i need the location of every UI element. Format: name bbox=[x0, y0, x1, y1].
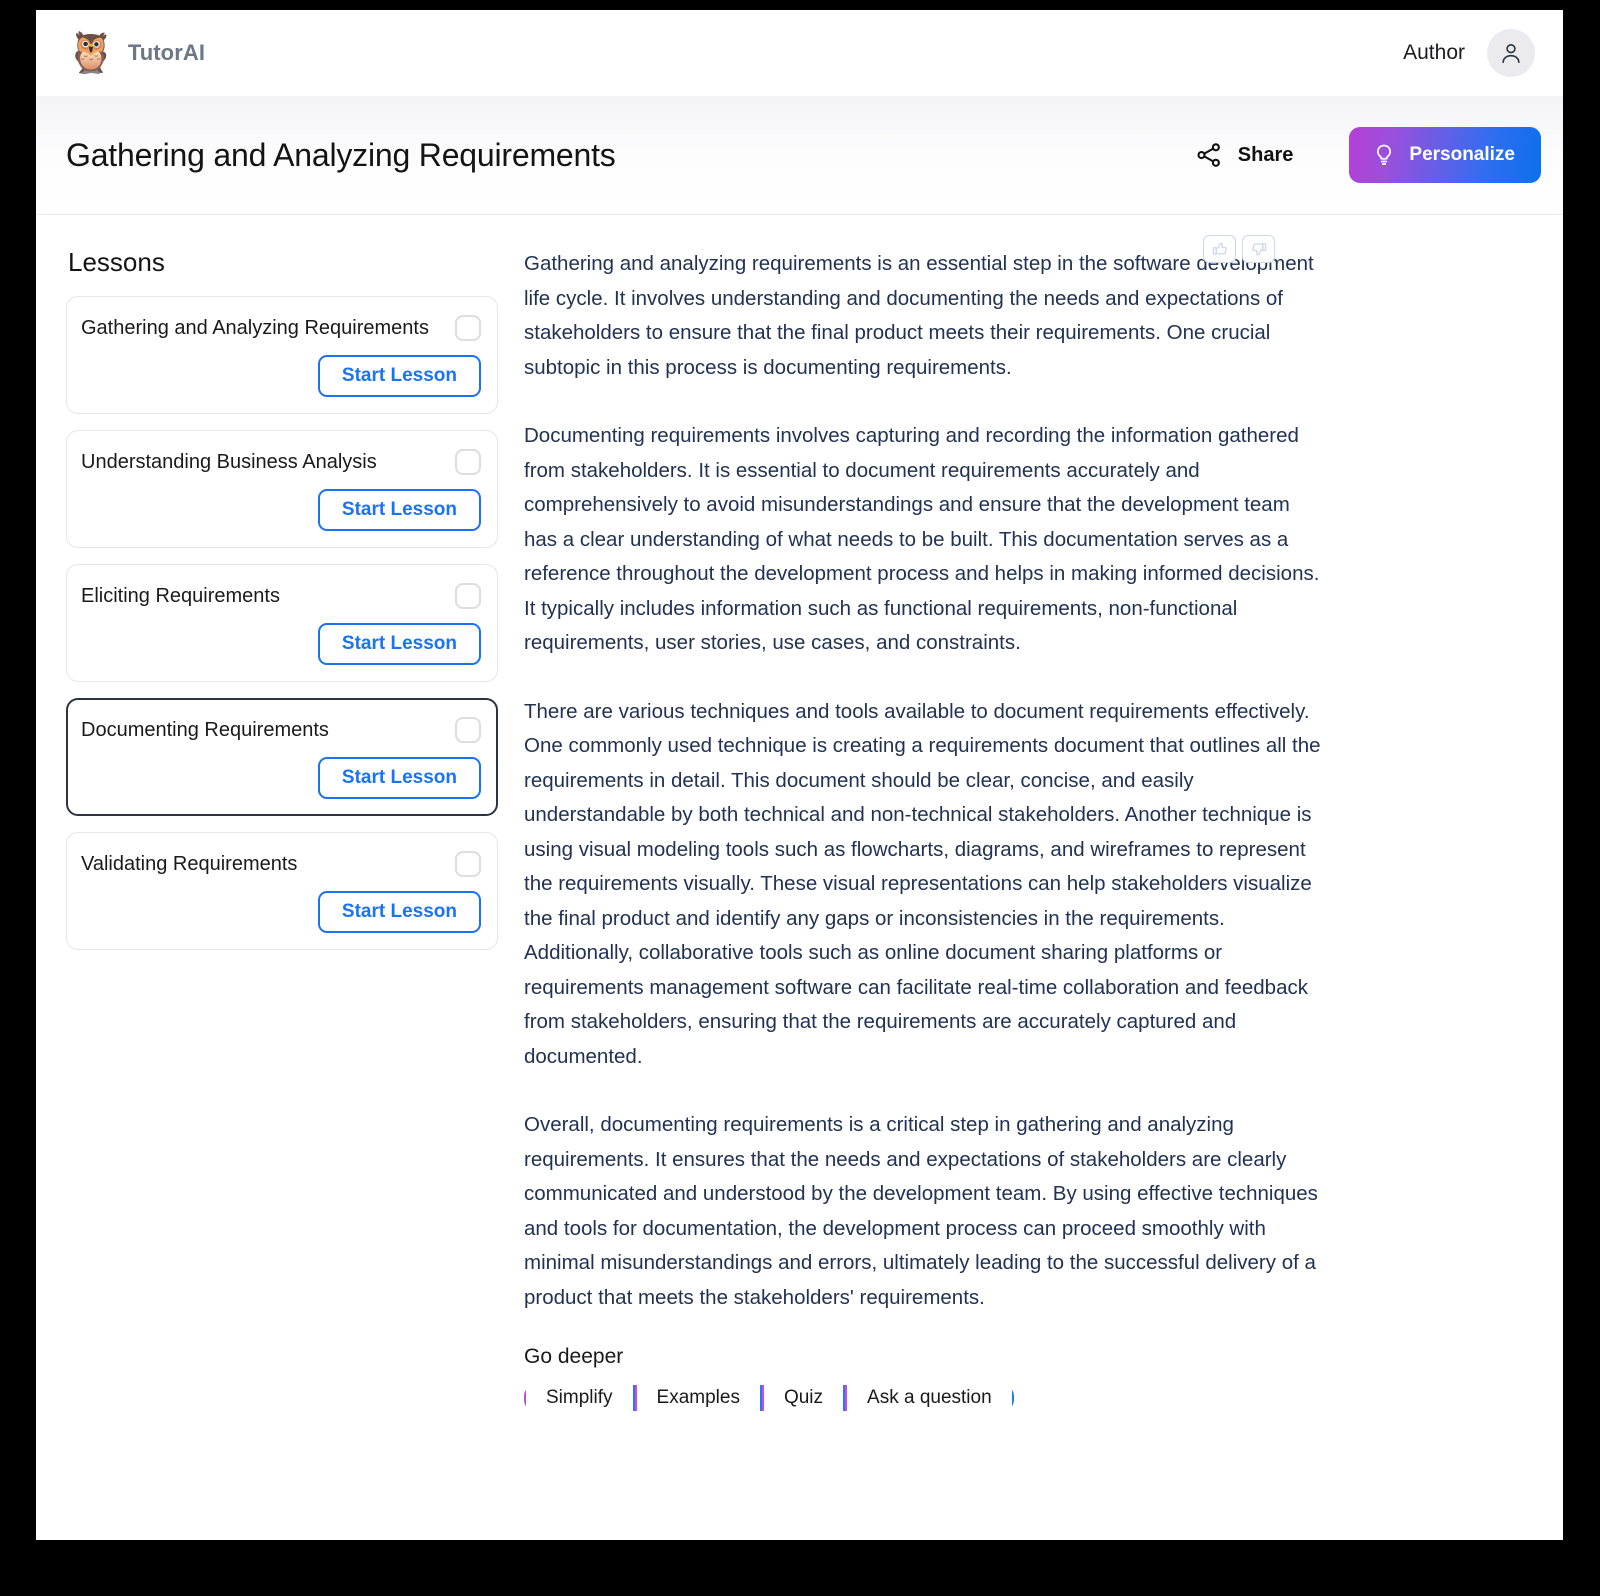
lightbulb-icon bbox=[1377, 144, 1392, 165]
simplify-button[interactable]: Simplify bbox=[524, 1375, 635, 1420]
lesson-title: Documenting Requirements bbox=[81, 718, 329, 741]
feedback-bar bbox=[1203, 235, 1275, 263]
page-titlebar: Gathering and Analyzing Requirements Sha… bbox=[36, 96, 1563, 215]
lessons-heading: Lessons bbox=[68, 247, 165, 277]
ask-a-question-button[interactable]: Ask a question bbox=[845, 1375, 1014, 1420]
lesson-article: Gathering and analyzing requirements is … bbox=[524, 247, 1324, 1420]
share-label: Share bbox=[1237, 143, 1294, 166]
app-window: 🦉 TutorAI Author Gathering and Analyzing… bbox=[36, 10, 1563, 1540]
lesson-title: Understanding Business Analysis bbox=[81, 450, 377, 473]
ask-a-question-label: Ask a question bbox=[847, 1375, 1012, 1420]
start-lesson-button[interactable]: Start Lesson bbox=[317, 757, 481, 799]
brand-logo[interactable]: 🦉 TutorAI bbox=[66, 33, 205, 73]
thumbs-up-button[interactable] bbox=[1203, 235, 1236, 263]
personalize-button[interactable]: Personalize bbox=[1349, 127, 1541, 183]
lesson-complete-checkbox[interactable] bbox=[455, 851, 481, 877]
lessons-sidebar: Lessons Gathering and Analyzing Requirem… bbox=[66, 247, 498, 1411]
article-paragraph-2: There are various techniques and tools a… bbox=[524, 699, 1321, 1068]
lesson-row: Eliciting Requirements bbox=[81, 583, 481, 609]
article-paragraph-1: Documenting requirements involves captur… bbox=[524, 424, 1320, 654]
go-deeper-button-group: Simplify Examples Quiz Ask a question bbox=[524, 1375, 1324, 1420]
lesson-row: Documenting Requirements bbox=[81, 717, 481, 743]
lesson-row: Understanding Business Analysis bbox=[81, 449, 481, 475]
lesson-card-1[interactable]: Understanding Business Analysis Start Le… bbox=[66, 430, 498, 548]
thumbs-up-icon bbox=[1212, 242, 1227, 255]
lesson-title: Validating Requirements bbox=[81, 852, 298, 875]
brand-name: TutorAI bbox=[127, 40, 206, 65]
start-lesson-button[interactable]: Start Lesson bbox=[317, 623, 481, 665]
lesson-card-2[interactable]: Eliciting Requirements Start Lesson bbox=[66, 564, 498, 682]
author-label[interactable]: Author bbox=[1403, 41, 1465, 65]
article-paragraph-3: Overall, documenting requirements is a c… bbox=[524, 1113, 1318, 1309]
lesson-card-3-selected[interactable]: Documenting Requirements Start Lesson bbox=[66, 698, 498, 816]
lesson-complete-checkbox[interactable] bbox=[455, 717, 481, 743]
page-title: Gathering and Analyzing Requirements bbox=[66, 136, 616, 173]
article-paragraph-0: Gathering and analyzing requirements is … bbox=[524, 252, 1314, 379]
go-deeper-heading: Go deeper bbox=[524, 1345, 624, 1368]
thumbs-down-icon bbox=[1251, 243, 1266, 256]
titlebar-actions: Share Personalize bbox=[1194, 127, 1541, 183]
lesson-action-row: Start Lesson bbox=[81, 489, 481, 531]
quiz-button[interactable]: Quiz bbox=[761, 1375, 846, 1420]
lesson-row: Gathering and Analyzing Requirements bbox=[81, 315, 481, 341]
avatar[interactable] bbox=[1487, 29, 1535, 77]
person-icon bbox=[1502, 43, 1520, 64]
lesson-title: Eliciting Requirements bbox=[81, 584, 280, 607]
share-icon bbox=[1197, 143, 1220, 167]
start-lesson-button[interactable]: Start Lesson bbox=[317, 891, 481, 933]
lesson-action-row: Start Lesson bbox=[81, 891, 481, 933]
page-content: Lessons Gathering and Analyzing Requirem… bbox=[36, 215, 1563, 1420]
lesson-complete-checkbox[interactable] bbox=[455, 315, 481, 341]
simplify-label: Simplify bbox=[526, 1375, 633, 1420]
start-lesson-button[interactable]: Start Lesson bbox=[317, 355, 481, 397]
lesson-content-panel: Gathering and analyzing requirements is … bbox=[498, 235, 1533, 1420]
lesson-complete-checkbox[interactable] bbox=[455, 449, 481, 475]
header-right: Author bbox=[1403, 29, 1535, 77]
lesson-action-row: Start Lesson bbox=[81, 623, 481, 665]
examples-button[interactable]: Examples bbox=[634, 1375, 762, 1420]
lesson-action-row: Start Lesson bbox=[81, 355, 481, 397]
thumbs-down-button[interactable] bbox=[1242, 235, 1275, 263]
share-button[interactable]: Share bbox=[1194, 140, 1294, 170]
lesson-action-row: Start Lesson bbox=[81, 757, 481, 799]
lesson-complete-checkbox[interactable] bbox=[455, 583, 481, 609]
personalize-label: Personalize bbox=[1409, 144, 1515, 165]
lesson-row: Validating Requirements bbox=[81, 851, 481, 877]
examples-label: Examples bbox=[636, 1375, 760, 1420]
lesson-card-4[interactable]: Validating Requirements Start Lesson bbox=[66, 832, 498, 950]
start-lesson-button[interactable]: Start Lesson bbox=[317, 489, 481, 531]
app-header: 🦉 TutorAI Author bbox=[36, 10, 1563, 96]
lesson-card-0[interactable]: Gathering and Analyzing Requirements Sta… bbox=[66, 296, 498, 414]
lesson-title: Gathering and Analyzing Requirements bbox=[81, 316, 429, 339]
owl-icon: 🦉 bbox=[66, 31, 116, 75]
quiz-label: Quiz bbox=[763, 1375, 844, 1420]
